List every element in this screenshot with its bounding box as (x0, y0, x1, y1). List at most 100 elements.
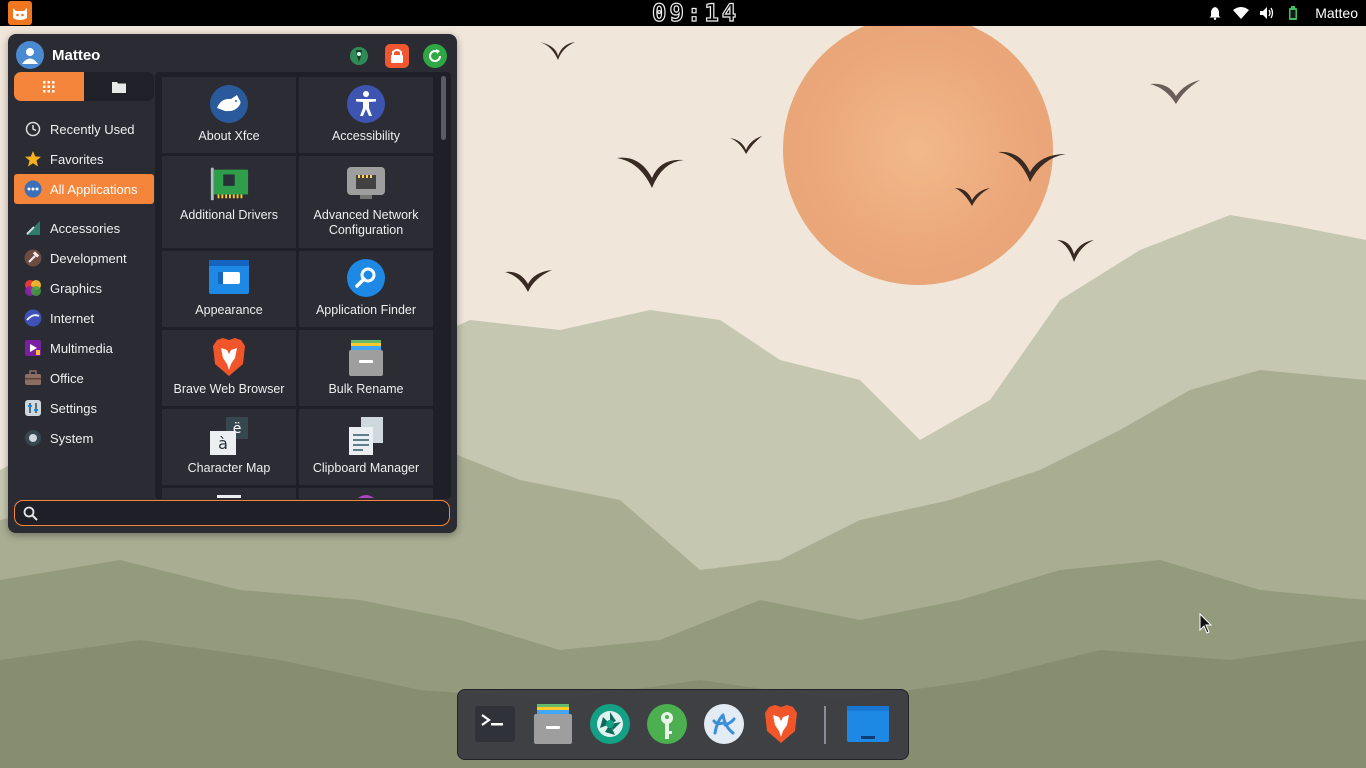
dock-screenshot[interactable] (588, 702, 632, 746)
notification-bell-icon[interactable] (1207, 5, 1223, 21)
refresh-icon (429, 49, 442, 63)
app-label: Advanced Network Configuration (313, 208, 419, 237)
category-all-applications[interactable]: All Applications (14, 174, 154, 204)
search-input[interactable] (44, 504, 428, 522)
lock-icon (391, 49, 403, 63)
dock-vscodium[interactable] (702, 702, 746, 746)
volume-icon[interactable] (1259, 5, 1275, 21)
app-clipboard-manager[interactable]: Clipboard Manager (299, 409, 433, 485)
app-label: Brave Web Browser (173, 382, 285, 396)
app-appearance[interactable]: Appearance (162, 251, 296, 327)
app-partial[interactable] (162, 488, 296, 499)
app-label: Accessibility (331, 129, 401, 143)
app-character-map[interactable]: ëà Character Map (162, 409, 296, 485)
accessibility-icon (345, 83, 387, 125)
logout-button[interactable] (423, 44, 447, 68)
dock-brave[interactable] (759, 702, 803, 746)
multimedia-icon (24, 339, 42, 357)
category-system[interactable]: System (14, 423, 154, 453)
app-brave-web-browser[interactable]: Brave Web Browser (162, 330, 296, 406)
panel-username[interactable]: Matteo (1315, 5, 1358, 21)
application-menu: Matteo Recently Used Favorites All Appli… (8, 34, 457, 533)
category-label: All Applications (50, 181, 138, 197)
star-icon (24, 150, 42, 168)
graphics-icon (24, 279, 42, 297)
briefcase-icon (24, 369, 42, 387)
app-label: Appearance (195, 303, 263, 317)
app-about-xfce[interactable]: About Xfce (162, 77, 296, 153)
category-office[interactable]: Office (14, 363, 154, 393)
grid-view-button[interactable] (14, 72, 84, 101)
brave-lion-icon (765, 705, 797, 743)
dock-passwords[interactable] (645, 702, 689, 746)
sun (783, 15, 1053, 285)
app-bulk-rename[interactable]: Bulk Rename (299, 330, 433, 406)
hammer-icon (24, 249, 42, 267)
app-additional-drivers[interactable]: Additional Drivers (162, 156, 296, 248)
accessories-icon (24, 219, 42, 237)
category-label: Accessories (50, 220, 121, 236)
category-list: Recently Used Favorites All Applications… (14, 114, 154, 453)
scrollbar-thumb[interactable] (441, 76, 446, 140)
charmap-icon: ëà (208, 415, 250, 457)
places-view-button[interactable] (84, 72, 154, 101)
appearance-icon (208, 257, 250, 299)
grid-icon (43, 80, 55, 92)
vscodium-icon (704, 704, 744, 744)
all-apps-icon (24, 180, 42, 198)
partial-app-icon (208, 494, 250, 499)
desktop-window-icon (847, 706, 889, 742)
category-label: Favorites (50, 151, 104, 167)
category-recently-used[interactable]: Recently Used (14, 114, 154, 144)
category-settings[interactable]: Settings (14, 393, 154, 423)
system-icon (24, 429, 42, 447)
dock-separator (824, 706, 826, 744)
mouse-cursor (1199, 612, 1213, 640)
category-graphics[interactable]: Graphics (14, 273, 154, 303)
menu-actions (347, 44, 447, 68)
app-label: About Xfce (198, 129, 260, 143)
app-label: Additional Drivers (180, 208, 278, 222)
dock-show-desktop[interactable] (846, 702, 890, 746)
battery-icon[interactable] (1285, 5, 1301, 21)
menu-search-bar[interactable] (14, 500, 450, 526)
applications-scrollbar[interactable] (437, 72, 449, 499)
xfce-mouse-icon (208, 83, 250, 125)
dock-file-manager[interactable] (531, 702, 575, 746)
category-internet[interactable]: Internet (14, 303, 154, 333)
app-application-finder[interactable]: Application Finder (299, 251, 433, 327)
app-finder-icon (345, 257, 387, 299)
camera-shutter-icon (590, 704, 630, 744)
panel-clock[interactable]: 09:14 (651, 0, 739, 27)
app-label: Application Finder (315, 303, 417, 317)
dock-terminal[interactable] (473, 702, 517, 746)
globe-icon (24, 309, 42, 327)
app-accessibility[interactable]: Accessibility (299, 77, 433, 153)
category-separator (14, 204, 154, 213)
category-accessories[interactable]: Accessories (14, 213, 154, 243)
app-label: Character Map (187, 461, 271, 475)
category-label: Office (50, 370, 84, 386)
network-icon (345, 162, 387, 204)
terminal-icon (475, 706, 515, 742)
user-icon (22, 48, 38, 64)
app-advanced-network-configuration[interactable]: Advanced Network Configuration (299, 156, 433, 248)
svg-text:à: à (218, 434, 228, 453)
lock-screen-button[interactable] (385, 44, 409, 68)
folder-icon (112, 81, 126, 93)
pci-card-icon (208, 162, 250, 204)
category-favorites[interactable]: Favorites (14, 144, 154, 174)
cat-logo-icon (13, 8, 27, 20)
category-multimedia[interactable]: Multimedia (14, 333, 154, 363)
menu-user: Matteo (16, 41, 100, 69)
wifi-icon[interactable] (1233, 5, 1250, 21)
category-label: Settings (50, 400, 97, 416)
cursor-arrow-icon (1199, 612, 1213, 634)
whisker-menu-button[interactable] (8, 1, 32, 25)
clock-icon (24, 120, 42, 138)
app-partial[interactable] (299, 488, 433, 499)
category-development[interactable]: Development (14, 243, 154, 273)
search-icon (23, 506, 38, 521)
settings-tools-icon (350, 47, 368, 65)
settings-manager-button[interactable] (347, 44, 371, 68)
